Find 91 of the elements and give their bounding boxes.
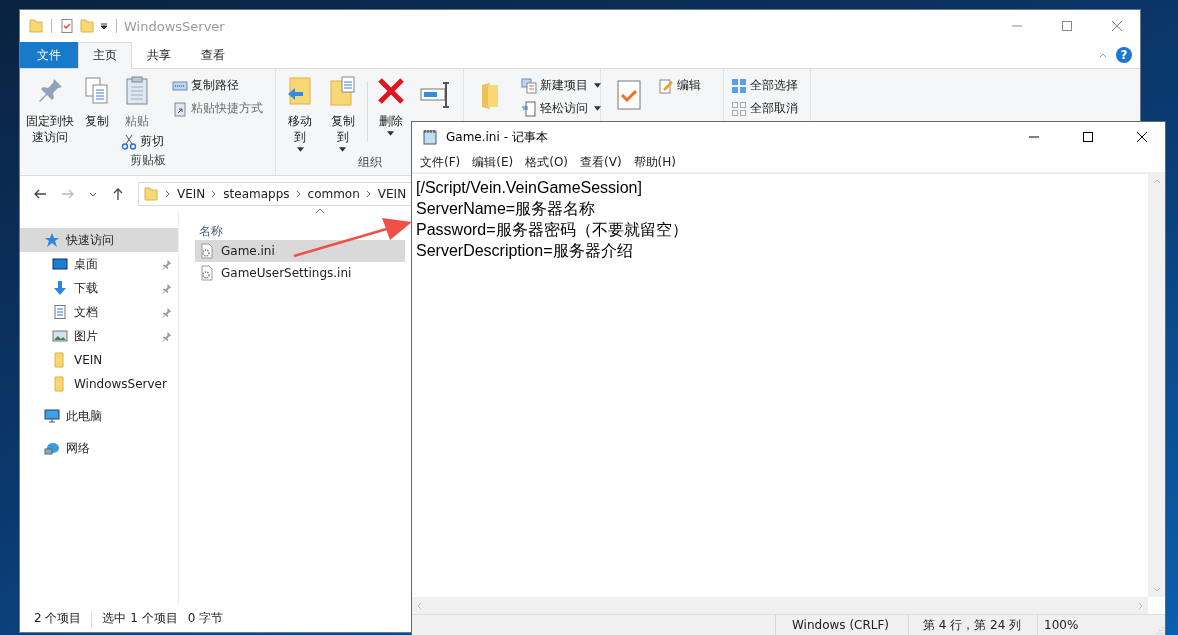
computer-icon: [44, 408, 60, 424]
download-arrow-icon: [52, 280, 68, 296]
breadcrumb[interactable]: VEIN: [377, 187, 407, 201]
menu-item[interactable]: 帮助(H): [627, 153, 682, 171]
group-label: 剪贴板: [129, 152, 166, 169]
move-to-button[interactable]: 移动到: [280, 73, 321, 154]
network-icon: [44, 440, 60, 456]
nav-item[interactable]: 快速访问: [20, 228, 178, 252]
dropdown-icon[interactable]: [99, 21, 109, 31]
pin-button[interactable]: 固定到快速访问: [24, 73, 76, 147]
nav-item[interactable]: 网络: [20, 436, 178, 460]
ribbon-tab[interactable]: 共享: [132, 42, 186, 68]
copy-path-button[interactable]: 复制路径: [169, 75, 266, 96]
paste-button[interactable]: 粘贴: [118, 73, 156, 131]
nav-item[interactable]: 下载: [20, 276, 178, 300]
cut-button[interactable]: 剪切: [118, 131, 167, 152]
ribbon-tab[interactable]: 查看: [186, 42, 240, 68]
picture-icon: [52, 328, 68, 344]
chevron-icon[interactable]: [365, 190, 372, 198]
menu-item[interactable]: 查看(V): [574, 153, 628, 171]
chevron-icon[interactable]: [165, 190, 171, 198]
status-text: Windows (CRLF): [775, 615, 908, 635]
delete-button[interactable]: 删除: [372, 73, 409, 138]
caret-icon: [594, 106, 601, 111]
status-text: 选中 1 个项目: [102, 609, 178, 627]
file-item[interactable]: GameUserSettings.ini: [195, 262, 405, 284]
caret-icon: [387, 131, 395, 136]
horizontal-scrollbar[interactable]: [412, 597, 1148, 614]
checked-document-icon[interactable]: [59, 18, 75, 34]
resize-grip-icon[interactable]: [1155, 625, 1165, 635]
address-bar[interactable]: VEIN steamapps common VEIN: [138, 182, 411, 206]
copy-to-button[interactable]: 复制到: [322, 73, 364, 154]
new-item-icon: [521, 77, 537, 94]
new-item-button[interactable]: 新建项目: [518, 75, 604, 96]
monitor-icon: [52, 256, 68, 272]
nav-item[interactable]: 此电脑: [20, 404, 178, 428]
group-label: 组织: [357, 154, 382, 171]
file-tab[interactable]: 文件: [20, 42, 78, 68]
nav-item[interactable]: 图片: [20, 324, 178, 348]
folder-icon: [143, 186, 159, 202]
pin-icon[interactable]: [161, 258, 172, 270]
copy-button[interactable]: 复制: [78, 73, 116, 131]
edit-button[interactable]: 编辑: [655, 75, 704, 96]
window-title: WindowsServer: [124, 18, 225, 34]
notepad-icon: [422, 129, 438, 145]
pin-icon[interactable]: [161, 330, 172, 342]
status-text: 0 字节: [187, 609, 224, 627]
chevron-icon[interactable]: [211, 190, 218, 198]
status-text: 2 个项目: [34, 609, 93, 627]
status-text: 第 4 行，第 24 列: [908, 615, 1037, 635]
pin-icon[interactable]: [161, 282, 172, 294]
nav-item[interactable]: WindowsServer: [20, 372, 178, 396]
ribbon-tab[interactable]: 主页: [78, 42, 132, 69]
caret-icon: [339, 147, 347, 152]
window-title: Game.ini - 记事本: [446, 128, 548, 146]
menu-item[interactable]: 编辑(E): [466, 153, 520, 171]
nav-item[interactable]: VEIN: [20, 348, 178, 372]
select-none-button[interactable]: 全部取消: [728, 98, 801, 119]
help-button[interactable]: ?: [1116, 47, 1132, 63]
paste-shortcut-button[interactable]: 粘贴快捷方式: [169, 98, 266, 119]
rename-icon[interactable]: [419, 79, 451, 111]
nav-item[interactable]: 文档: [20, 300, 178, 324]
pencil-icon: [658, 77, 674, 94]
breadcrumb[interactable]: steamapps: [223, 187, 290, 201]
breadcrumb[interactable]: VEIN: [177, 187, 206, 201]
select-all-button[interactable]: 全部选择: [728, 75, 801, 96]
shortcut-icon: [172, 100, 188, 117]
chevron-icon[interactable]: [295, 190, 302, 198]
sort-caret-icon: [315, 208, 325, 214]
empty-grid-icon: [731, 100, 747, 117]
caret-icon: [594, 83, 601, 88]
vertical-scrollbar[interactable]: [1148, 174, 1165, 597]
menu-item[interactable]: 格式(O): [519, 153, 575, 171]
scissors-icon: [121, 133, 137, 150]
settings-file-icon: [199, 243, 215, 259]
status-text: 100%: [1037, 615, 1155, 635]
easy-access-button[interactable]: 轻松访问: [518, 98, 604, 119]
document-icon: [52, 304, 68, 320]
star-icon: [44, 232, 60, 248]
document-icon: [521, 100, 537, 117]
grid-icon: [731, 77, 747, 94]
file-item[interactable]: Game.ini: [195, 240, 405, 262]
settings-file-icon: [199, 265, 215, 281]
folder-icon[interactable]: [28, 18, 44, 34]
menu-item[interactable]: 文件(F): [414, 153, 467, 171]
nav-item[interactable]: 桌面: [20, 252, 178, 276]
caret-icon: [296, 147, 304, 152]
text-editor[interactable]: [/Script/Vein.VeinGameSession] ServerName=服务器名称 Password=服务器密码（不要就留空） ServerDescription=服务器介绍: [412, 174, 1148, 597]
breadcrumb[interactable]: common: [307, 187, 360, 201]
column-header[interactable]: 名称: [199, 223, 223, 240]
pin-icon[interactable]: [161, 306, 172, 318]
